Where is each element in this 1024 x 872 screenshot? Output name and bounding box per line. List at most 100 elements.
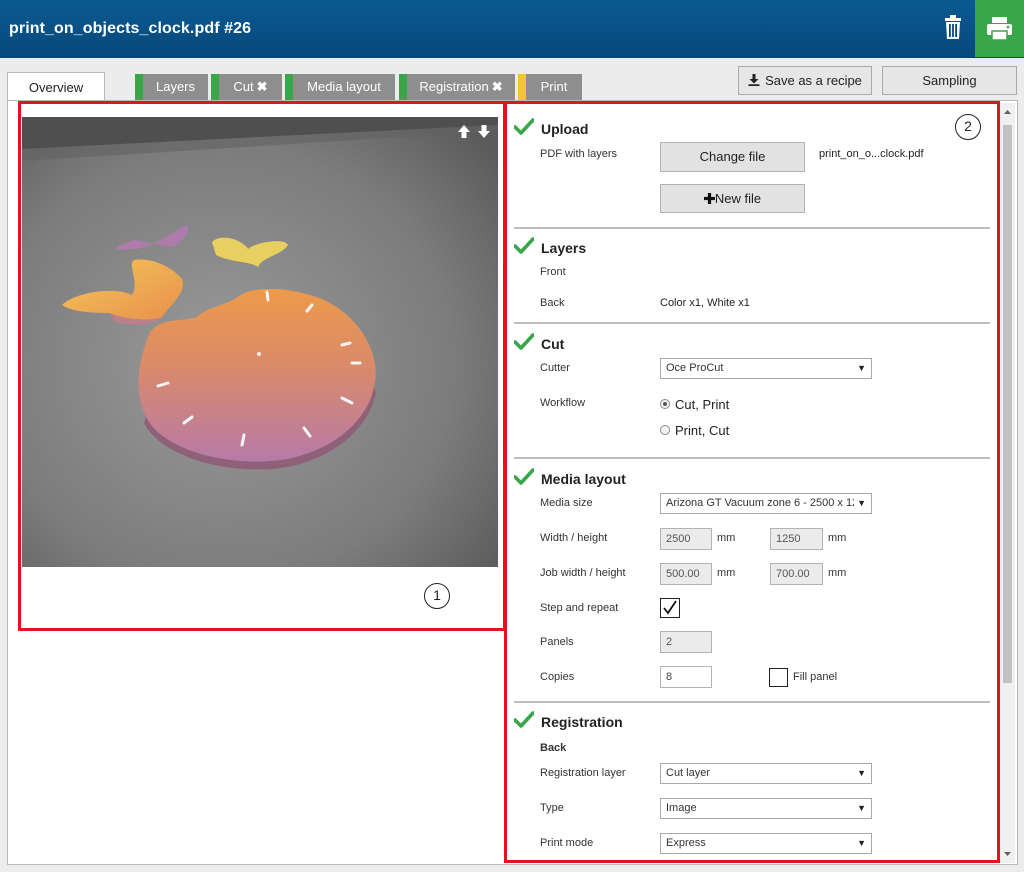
tab-media-layout-label: Media layout bbox=[307, 79, 381, 94]
step-and-repeat-label: Step and repeat bbox=[540, 602, 619, 614]
back-layers-value: Color x1, White x1 bbox=[660, 297, 750, 309]
media-layout-section-title: Media layout bbox=[541, 471, 626, 487]
tab-layers[interactable]: Layers bbox=[135, 74, 208, 100]
tab-overview-label: Overview bbox=[28, 80, 84, 95]
unit-mm: mm bbox=[717, 532, 736, 544]
download-icon bbox=[748, 74, 760, 86]
registration-layer-value: Cut layer bbox=[666, 767, 711, 779]
scroll-down-arrow-icon[interactable] bbox=[1000, 849, 1015, 859]
checkmark-icon bbox=[514, 237, 534, 254]
radio-print-cut[interactable] bbox=[660, 425, 670, 435]
job-width-field[interactable]: 500.00 bbox=[660, 563, 712, 585]
panels-label: Panels bbox=[540, 636, 574, 648]
height-field[interactable]: 1250 bbox=[770, 528, 823, 550]
checkmark-icon bbox=[514, 333, 534, 350]
trash-icon bbox=[945, 15, 961, 39]
scroll-up-arrow-icon[interactable] bbox=[1000, 107, 1015, 117]
checkmark-icon bbox=[514, 118, 534, 135]
width-field[interactable]: 2500 bbox=[660, 528, 712, 550]
error-x-icon: ✖ bbox=[256, 79, 268, 94]
cut-section-title: Cut bbox=[541, 336, 565, 352]
status-bar bbox=[211, 74, 219, 100]
scrollbar-thumb[interactable] bbox=[1003, 125, 1012, 683]
width-height-label: Width / height bbox=[540, 532, 608, 544]
dropdown-arrow-icon: ▼ bbox=[857, 803, 866, 813]
fill-panel-label: Fill panel bbox=[793, 671, 838, 683]
printer-icon bbox=[987, 17, 1012, 41]
print-mode-label: Print mode bbox=[540, 837, 594, 849]
print-button[interactable] bbox=[975, 0, 1024, 57]
dropdown-arrow-icon: ▼ bbox=[857, 838, 866, 848]
type-select[interactable]: Image ▼ bbox=[660, 798, 872, 819]
app-header: print_on_objects_clock.pdf #26 bbox=[0, 0, 1024, 58]
checkmark-icon bbox=[514, 711, 534, 728]
step-and-repeat-checkbox[interactable] bbox=[660, 598, 680, 618]
tab-media-layout[interactable]: Media layout bbox=[285, 74, 395, 100]
layers-section-title: Layers bbox=[541, 240, 587, 256]
tab-registration-label: Registration bbox=[419, 79, 489, 94]
file-name: print_on_o...clock.pdf bbox=[819, 148, 924, 160]
print-mode-select[interactable]: Express ▼ bbox=[660, 833, 872, 854]
media-size-value: Arizona GT Vacuum zone 6 - 2500 x 125 bbox=[666, 497, 865, 509]
media-size-select[interactable]: Arizona GT Vacuum zone 6 - 2500 x 125 ▼ bbox=[660, 493, 872, 514]
status-bar bbox=[399, 74, 407, 100]
callout-number-2: 2 bbox=[955, 114, 981, 140]
job-title: print_on_objects_clock.pdf #26 bbox=[9, 20, 252, 37]
checkmark-icon bbox=[514, 468, 534, 485]
section-divider bbox=[514, 701, 990, 703]
sampling-label: Sampling bbox=[922, 73, 977, 88]
registration-section-title: Registration bbox=[541, 714, 623, 730]
tab-overview[interactable]: Overview bbox=[7, 72, 105, 102]
sampling-button[interactable]: Sampling bbox=[882, 66, 1017, 95]
registration-layer-label: Registration layer bbox=[540, 767, 626, 779]
back-label: Back bbox=[540, 297, 565, 309]
unit-mm: mm bbox=[717, 567, 736, 579]
job-height-field[interactable]: 700.00 bbox=[770, 563, 823, 585]
tab-print[interactable]: Print bbox=[518, 74, 582, 100]
radio-cut-print[interactable] bbox=[660, 399, 670, 409]
tab-cut[interactable]: Cut ✖ bbox=[211, 74, 282, 100]
change-file-label: Change file bbox=[699, 149, 766, 164]
print-mode-value: Express bbox=[666, 837, 706, 849]
new-file-button[interactable]: New file bbox=[660, 184, 805, 213]
section-divider bbox=[514, 457, 990, 459]
tab-print-label: Print bbox=[540, 79, 568, 94]
radio-cut-print-label: Cut, Print bbox=[675, 397, 730, 412]
tab-cut-label: Cut bbox=[233, 79, 254, 94]
new-file-label: New file bbox=[714, 191, 762, 206]
job-width-height-label: Job width / height bbox=[540, 567, 626, 579]
tab-registration[interactable]: Registration ✖ bbox=[399, 74, 515, 100]
status-bar bbox=[518, 74, 526, 100]
workflow-label: Workflow bbox=[540, 397, 586, 409]
radio-print-cut-label: Print, Cut bbox=[675, 423, 730, 438]
front-label: Front bbox=[540, 266, 566, 278]
save-as-recipe-button[interactable]: Save as a recipe bbox=[738, 66, 872, 95]
panels-field[interactable]: 2 bbox=[660, 631, 712, 653]
type-label: Type bbox=[540, 802, 564, 814]
tab-layers-label: Layers bbox=[155, 79, 196, 94]
unit-mm: mm bbox=[828, 567, 847, 579]
status-bar bbox=[135, 74, 143, 100]
cutter-select[interactable]: Oce ProCut ▼ bbox=[660, 358, 872, 379]
type-value: Image bbox=[666, 802, 697, 814]
upload-section-title: Upload bbox=[541, 121, 589, 137]
change-file-button[interactable]: Change file bbox=[660, 142, 805, 172]
fill-panel-checkbox[interactable] bbox=[769, 668, 788, 687]
render-preview-illustration bbox=[22, 117, 498, 567]
copies-field[interactable]: 8 bbox=[660, 666, 712, 688]
callout-number-1: 1 bbox=[424, 583, 450, 609]
copies-label: Copies bbox=[540, 671, 575, 683]
delete-button[interactable] bbox=[934, 8, 972, 48]
section-divider bbox=[514, 227, 990, 229]
status-bar bbox=[285, 74, 293, 100]
unit-mm: mm bbox=[828, 532, 847, 544]
dropdown-arrow-icon: ▼ bbox=[857, 363, 866, 373]
dropdown-arrow-icon: ▼ bbox=[857, 768, 866, 778]
cutter-label: Cutter bbox=[540, 362, 570, 374]
registration-back-heading: Back bbox=[540, 742, 567, 754]
vertical-scrollbar[interactable] bbox=[1000, 103, 1015, 863]
dropdown-arrow-icon: ▼ bbox=[854, 494, 866, 513]
media-size-label: Media size bbox=[540, 497, 593, 509]
registration-layer-select[interactable]: Cut layer ▼ bbox=[660, 763, 872, 784]
pdf-with-layers-label: PDF with layers bbox=[540, 148, 618, 160]
